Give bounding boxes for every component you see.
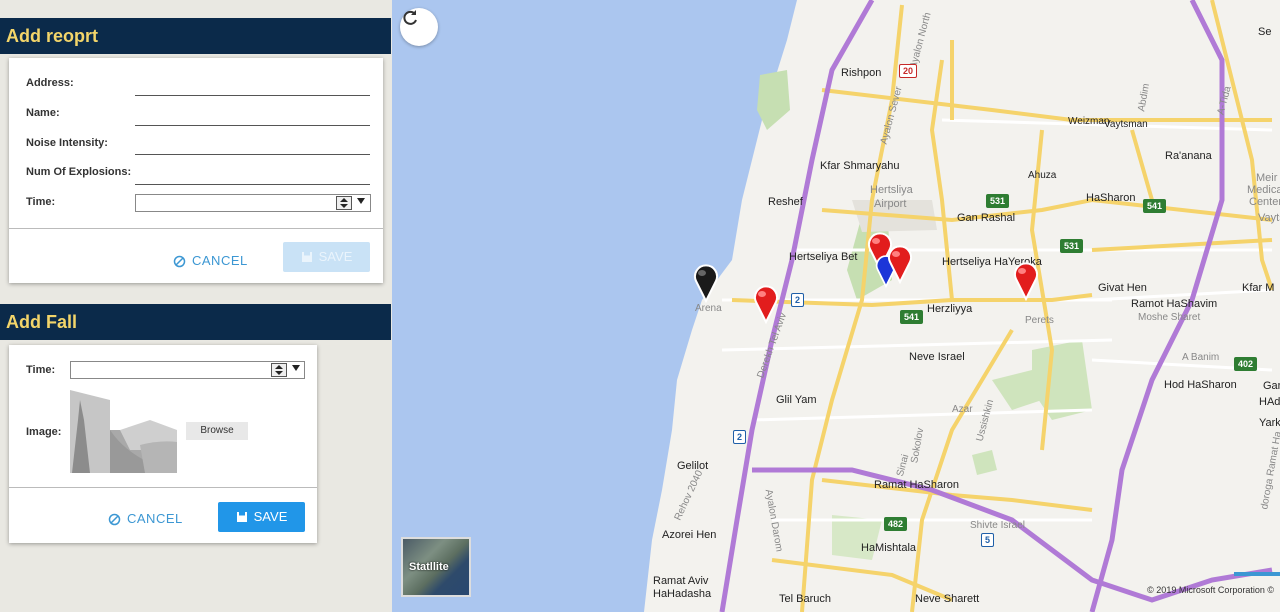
noise-intensity-input[interactable] — [135, 154, 370, 155]
route-shield: 402 — [1234, 357, 1258, 371]
fall-cancel-button[interactable]: CANCEL — [108, 508, 183, 530]
place-label: Shivte Israel — [970, 520, 1026, 531]
place-label: Azar — [952, 404, 973, 415]
report-cancel-label: CANCEL — [192, 253, 248, 268]
browse-button[interactable]: Browse — [186, 422, 248, 440]
route-shield: 482 — [884, 517, 908, 531]
place-label: Ramot HaShavim — [1131, 298, 1218, 310]
refresh-button[interactable] — [400, 8, 438, 46]
place-label: Kfar Shmaryahu — [820, 160, 900, 172]
place-label: Hod HaSharon — [1164, 379, 1237, 391]
cancel-icon — [173, 255, 186, 267]
place-label: Rishpon — [841, 67, 882, 79]
satellite-label: Statllite — [409, 561, 449, 573]
scale-bar — [1234, 572, 1280, 576]
fall-divider — [9, 487, 317, 488]
place-label: Vayts — [1258, 212, 1280, 224]
place-label: HaMishtala — [861, 542, 917, 554]
num-explosions-input[interactable] — [135, 184, 370, 185]
fall-cancel-label: CANCEL — [127, 511, 183, 526]
time-spinner[interactable] — [336, 196, 352, 210]
place-label: Gan — [1263, 380, 1280, 392]
add-fall-header: Add Fall — [0, 304, 391, 340]
place-label: Meir — [1256, 172, 1278, 184]
name-input[interactable] — [135, 125, 370, 126]
satellite-toggle[interactable]: Statllite — [401, 537, 471, 597]
add-fall-card: Time: Image: Browse CANCEL SAVE — [9, 345, 317, 543]
map-pin-red-icon[interactable] — [752, 284, 780, 324]
place-label: Gan Rashal — [957, 212, 1016, 224]
place-label: Reshef — [768, 196, 803, 208]
map-view[interactable]: Rishpon Kfar Shmaryahu Hertsliya Airport… — [392, 0, 1280, 612]
report-cancel-button[interactable]: CANCEL — [173, 250, 248, 272]
map-pin-black-icon[interactable] — [692, 263, 720, 303]
place-label: Hertsliya — [870, 184, 913, 196]
place-label: Givat Hen — [1098, 282, 1147, 294]
address-input[interactable] — [135, 95, 370, 96]
place-label: Yarko — [1259, 417, 1280, 429]
cancel-icon — [108, 513, 121, 525]
report-save-button[interactable]: SAVE — [283, 242, 370, 272]
place-label: Neve Sharett — [915, 593, 980, 605]
place-label: Ra'anana — [1165, 150, 1212, 162]
place-label: Hertseliya Bet — [789, 251, 858, 263]
route-shield: 531 — [986, 194, 1010, 208]
place-label: Ramat Aviv — [653, 575, 709, 587]
corner-label: Se — [1258, 26, 1272, 38]
fall-save-button[interactable]: SAVE — [218, 502, 305, 532]
map-copyright: © 2019 Microsoft Corporation © — [1147, 585, 1274, 595]
fall-time-label: Time: — [26, 364, 56, 376]
refresh-icon — [403, 10, 417, 25]
route-shield: 541 — [1143, 199, 1167, 213]
place-label: Perets — [1025, 315, 1054, 326]
place-label: Kfar M — [1242, 282, 1275, 294]
fall-time-dropdown-arrow-icon[interactable] — [292, 365, 300, 371]
save-icon — [301, 252, 312, 262]
fall-time-picker[interactable] — [70, 361, 305, 379]
place-label: Medical — [1247, 184, 1280, 196]
place-label: Gelilot — [677, 460, 709, 472]
left-panel: Add reoprt Address: Name: Noise Intensit… — [0, 0, 392, 612]
fall-time-spinner[interactable] — [271, 363, 287, 377]
place-label: A Banim — [1182, 352, 1220, 363]
num-explosions-label: Num Of Explosions: — [26, 166, 132, 178]
address-label: Address: — [26, 77, 74, 89]
place-label: Herzliyya — [927, 303, 973, 315]
map-pin-red-icon[interactable] — [886, 244, 914, 284]
place-label: Arena — [695, 303, 722, 314]
place-label: Vaytsman — [1104, 119, 1148, 130]
noise-intensity-label: Noise Intensity: — [26, 137, 108, 149]
time-picker[interactable] — [135, 194, 371, 212]
place-label: Glil Yam — [776, 394, 817, 406]
place-label: HaSharon — [1086, 192, 1136, 204]
place-label: HaHadasha — [653, 588, 712, 600]
fall-save-label: SAVE — [253, 509, 288, 524]
route-shield: 531 — [1060, 239, 1084, 253]
place-label: Ahuza — [1028, 170, 1057, 181]
divider — [9, 228, 383, 229]
place-label: HAda — [1259, 396, 1280, 408]
route-shield: 2 — [791, 293, 805, 307]
place-label: Neve Israel — [909, 351, 965, 363]
route-shield: 20 — [899, 64, 918, 78]
add-report-header: Add reoprt — [0, 18, 391, 54]
place-label: Center — [1249, 196, 1280, 208]
route-shield: 5 — [981, 533, 995, 547]
image-label: Image: — [26, 426, 62, 438]
place-label: Azorei Hen — [662, 529, 717, 541]
image-placeholder-icon — [70, 390, 177, 473]
place-label: Airport — [874, 198, 907, 210]
save-icon — [236, 512, 247, 522]
report-save-label: SAVE — [318, 249, 353, 264]
time-label: Time: — [26, 196, 56, 208]
place-label: Tel Baruch — [779, 593, 831, 605]
place-label: Ramat HaSharon — [874, 479, 959, 491]
place-label: Moshe Sharet — [1138, 312, 1201, 323]
map-pin-red-icon[interactable] — [1012, 261, 1040, 301]
route-shield: 541 — [900, 310, 924, 324]
name-label: Name: — [26, 107, 60, 119]
time-dropdown-arrow-icon[interactable] — [357, 198, 365, 204]
add-report-card: Address: Name: Noise Intensity: Num Of E… — [9, 58, 383, 283]
route-shield: 2 — [733, 430, 747, 444]
